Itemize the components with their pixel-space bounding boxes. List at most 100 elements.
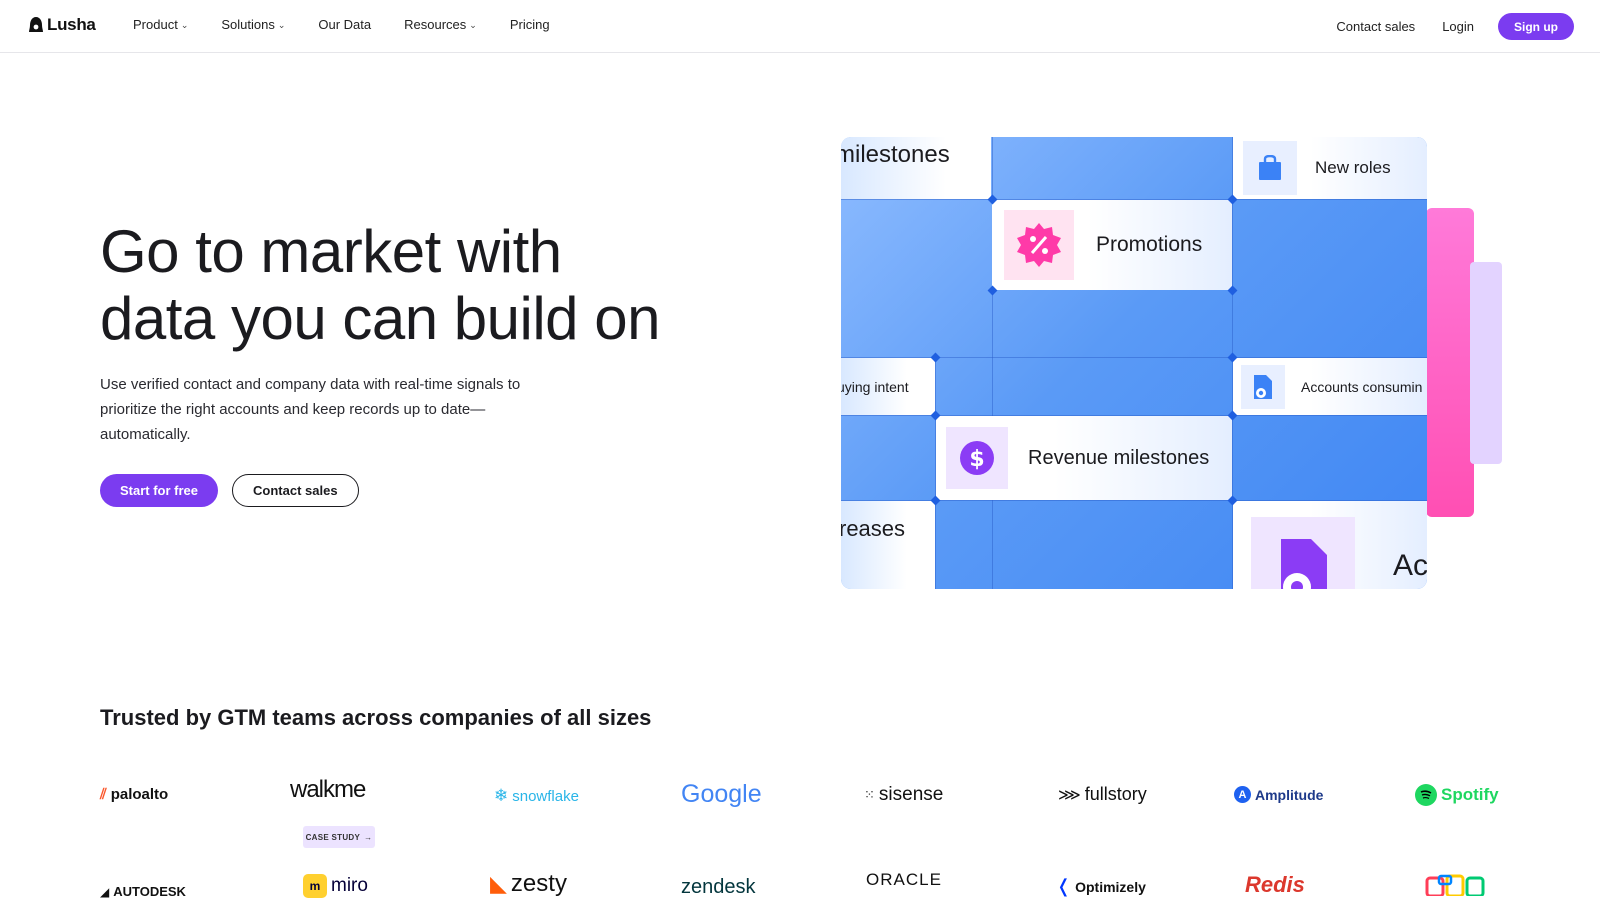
google-wordmark: Google (681, 780, 762, 808)
chevron-down-icon: ⌄ (277, 20, 286, 30)
nav-our-data-label: Our Data (318, 17, 372, 32)
nav-links: Product ⌄ Solutions ⌄ Our Data Resources ⌄ … (133, 17, 550, 32)
optimizely-logo[interactable]: ❬ Optimizely (1056, 876, 1146, 897)
nav-resources-label: Resources (404, 17, 467, 32)
signals-grid: milestones New roles Promotions uying in… (841, 137, 1427, 589)
fullstory-logo[interactable]: ⋙ fullstory (1058, 784, 1147, 805)
zendesk-wordmark: zendesk (681, 876, 756, 898)
card-increases: reases (841, 501, 935, 589)
miro-wordmark: miro (331, 875, 368, 896)
start-for-free-button[interactable]: Start for free (100, 474, 219, 507)
card-revenue-milestones-label: Revenue milestones (1028, 446, 1210, 469)
chevron-down-icon: ⌄ (180, 20, 189, 30)
miro-icon: m (303, 874, 327, 898)
zesty-logo[interactable]: ◣ zesty (490, 870, 567, 898)
redis-logo[interactable]: Redis (1245, 872, 1305, 898)
hero-title-line-1: Go to market with (100, 218, 562, 285)
hero-title: Go to market with data you can build on (100, 218, 720, 352)
autodesk-logo[interactable]: ◢ AUTODESK (100, 884, 186, 899)
sisense-logo[interactable]: ⁙ sisense (864, 784, 943, 806)
monday-icon (1425, 874, 1485, 896)
fullstory-wordmark: fullstory (1084, 784, 1147, 804)
decorative-pink-panel (1426, 208, 1474, 517)
percent-badge-icon (1004, 210, 1074, 280)
card-ac-label: Ac (1393, 549, 1427, 582)
hero-title-line-2: data you can build on (100, 285, 660, 352)
signup-button[interactable]: Sign up (1498, 13, 1574, 40)
zendesk-logo[interactable]: zendesk (681, 876, 756, 899)
nav-actions: Contact sales Login Sign up (1336, 13, 1574, 40)
oracle-logo[interactable]: ORACLE (866, 870, 942, 890)
nav-solutions-label: Solutions (221, 17, 275, 32)
card-ac: Ac (1233, 501, 1427, 589)
card-buying-intent: uying intent (841, 358, 935, 415)
monday-logo[interactable] (1425, 874, 1489, 896)
arrow-right-icon: → (364, 832, 373, 842)
sisense-icon: ⁙ (864, 787, 875, 802)
nav-pricing-label: Pricing (509, 17, 550, 32)
card-new-roles-label: New roles (1315, 158, 1391, 177)
hero-contact-sales-button[interactable]: Contact sales (232, 474, 359, 507)
signals-illustration: milestones New roles Promotions uying in… (841, 137, 1427, 589)
redis-wordmark: Redis (1245, 872, 1305, 897)
fullstory-icon: ⋙ (1058, 786, 1081, 804)
document-eye-icon (1241, 364, 1285, 409)
nav-solutions[interactable]: Solutions ⌄ (221, 17, 285, 32)
spotify-wordmark: Spotify (1441, 785, 1499, 804)
case-study-label: CASE STUDY (305, 832, 361, 842)
snowflake-icon: ❄ (494, 786, 509, 805)
dollar-icon: $ (946, 427, 1008, 489)
logo-text: Lusha (47, 15, 96, 34)
walkme-logo[interactable]: walkme (290, 776, 366, 804)
card-buying-intent-label: uying intent (841, 378, 909, 395)
nav-resources[interactable]: Resources ⌄ (404, 17, 477, 32)
card-new-roles: New roles (1233, 137, 1427, 199)
nav-login-link[interactable]: Login (1442, 19, 1474, 34)
nav-product-label: Product (133, 17, 178, 32)
amplitude-icon: A (1234, 786, 1251, 803)
sisense-wordmark: sisense (878, 784, 944, 805)
hero-cta-group: Start for free Contact sales (100, 474, 359, 507)
amplitude-wordmark: Amplitude (1255, 786, 1324, 803)
amplitude-logo[interactable]: A Amplitude (1234, 786, 1323, 803)
paloalto-logo[interactable]: ⫽ paloalto (100, 786, 168, 803)
oracle-wordmark: ORACLE (866, 870, 942, 889)
lusha-logo-icon (29, 17, 43, 32)
nav-pricing[interactable]: Pricing (510, 17, 550, 32)
card-accounts-consuming: Accounts consumin (1233, 358, 1427, 415)
decorative-lavender-panel (1470, 262, 1502, 464)
card-increases-label: reases (841, 516, 906, 541)
card-revenue-milestones: $ Revenue milestones (936, 416, 1232, 500)
paloalto-icon: ⫽ (100, 786, 107, 803)
google-logo[interactable]: Google (681, 780, 762, 809)
paloalto-wordmark: paloalto (110, 786, 169, 803)
lusha-logo[interactable]: Lusha (28, 15, 96, 35)
snowflake-wordmark: snowflake (512, 787, 579, 805)
trusted-heading: Trusted by GTM teams across companies of… (100, 705, 652, 730)
card-milestones: milestones (841, 137, 991, 199)
svg-text:$: $ (969, 447, 984, 472)
card-accounts-consuming-label: Accounts consumin (1301, 378, 1423, 395)
grid-node (1227, 285, 1238, 296)
autodesk-icon: ◢ (100, 884, 110, 899)
chevron-down-icon: ⌄ (469, 20, 477, 30)
autodesk-wordmark: AUTODESK (113, 884, 186, 899)
optimizely-icon: ❬ (1056, 876, 1072, 896)
nav-product[interactable]: Product ⌄ (133, 17, 188, 32)
spotify-logo[interactable]: Spotify (1415, 784, 1499, 806)
briefcase-icon (1243, 141, 1297, 195)
walkme-case-study-link[interactable]: CASE STUDY → (303, 826, 375, 848)
walkme-wordmark: walkme (290, 776, 366, 803)
hero-subtitle: Use verified contact and company data wi… (100, 376, 521, 443)
card-milestones-label: milestones (841, 141, 950, 168)
optimizely-wordmark: Optimizely (1075, 878, 1146, 895)
card-promotions: Promotions (992, 200, 1232, 290)
nav-our-data[interactable]: Our Data (318, 17, 371, 32)
snowflake-logo[interactable]: ❄ snowflake (494, 786, 579, 806)
top-navbar: Lusha Product ⌄ Solutions ⌄ Our Data Resou… (0, 0, 1600, 53)
card-promotions-label: Promotions (1096, 233, 1203, 256)
nav-contact-sales-link[interactable]: Contact sales (1336, 19, 1415, 34)
zesty-icon: ◣ (490, 871, 507, 896)
miro-logo[interactable]: m miro (303, 874, 368, 898)
spotify-icon (1415, 784, 1437, 806)
